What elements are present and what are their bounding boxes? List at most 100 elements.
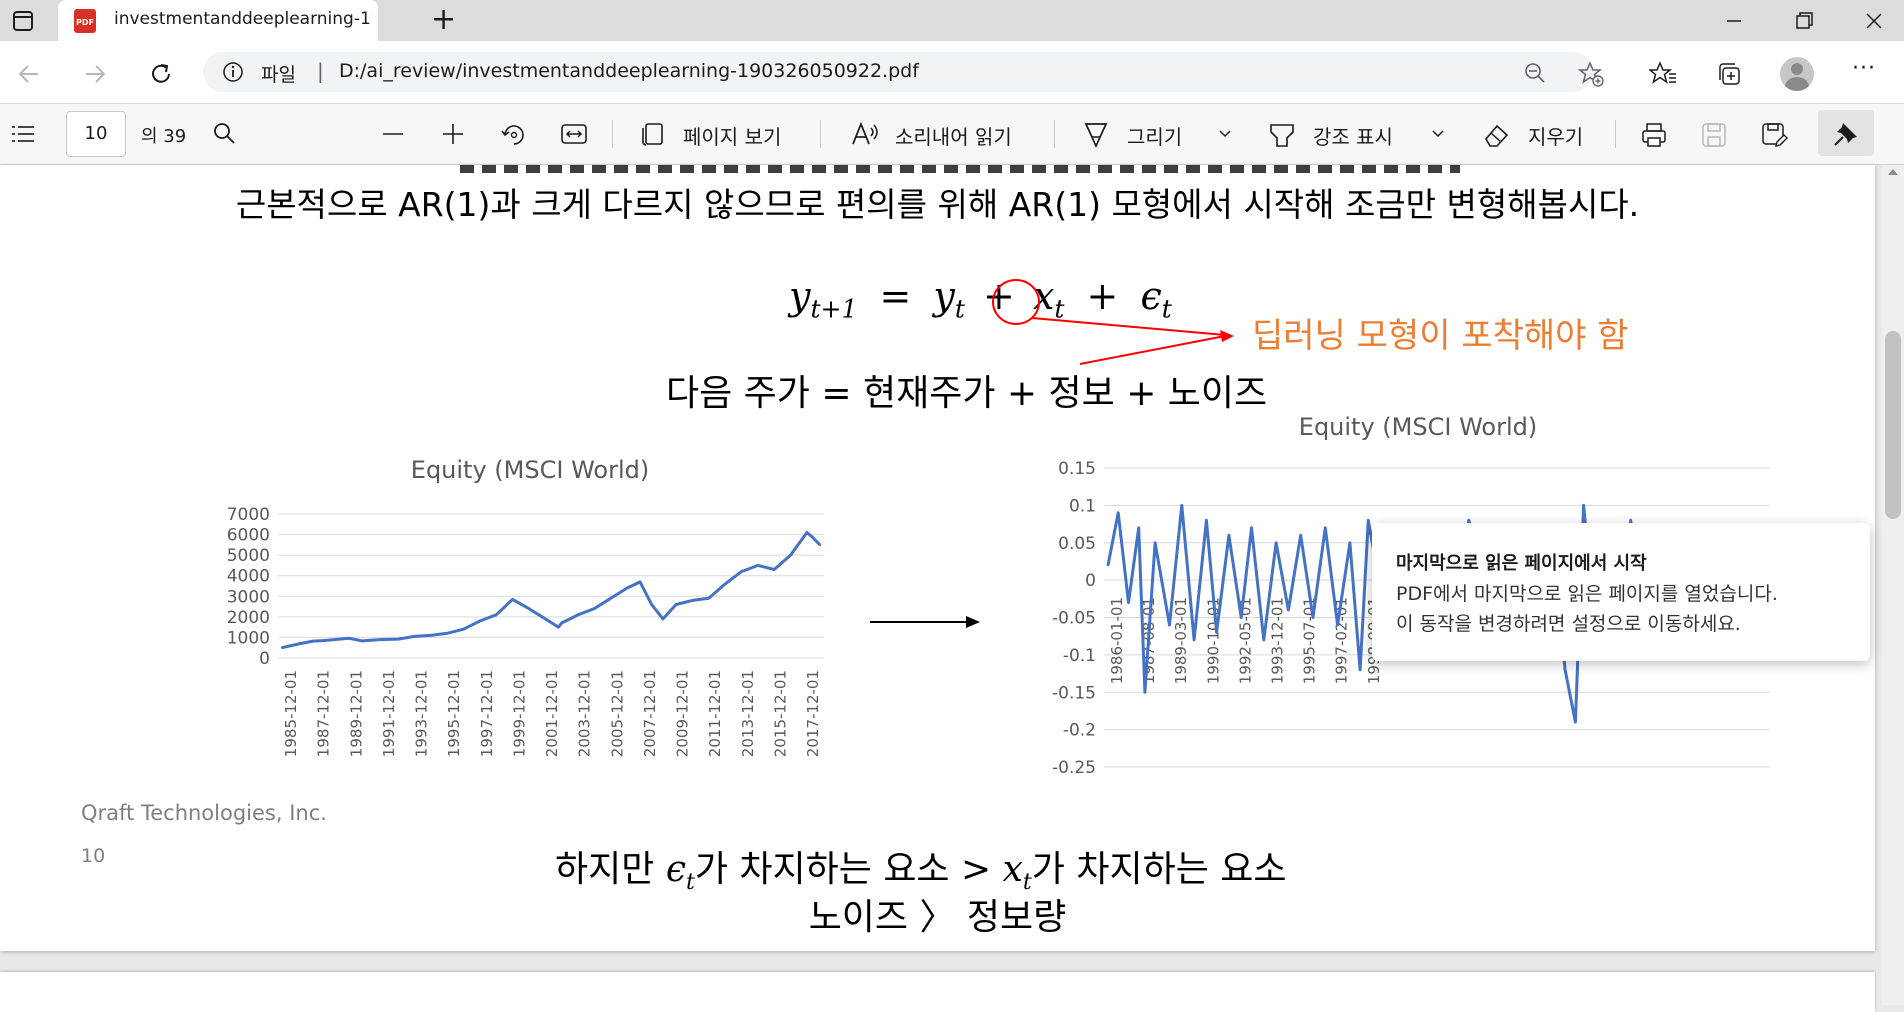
tooltip-line2: 이 동작을 변경하려면 설정으로 이동하세요.: [1396, 613, 1741, 635]
data-point: [625, 586, 629, 590]
page-view-icon[interactable]: [640, 121, 666, 147]
draw-button[interactable]: 그리기: [1127, 121, 1182, 150]
minimize-icon[interactable]: [1723, 10, 1745, 32]
zoom-in-pdf-icon[interactable]: [440, 121, 466, 147]
restore-icon[interactable]: [1793, 10, 1815, 32]
close-window-icon[interactable]: [1863, 10, 1885, 32]
rotate-icon[interactable]: [500, 121, 528, 149]
data-point: [1311, 616, 1315, 619]
data-point: [1358, 668, 1362, 672]
x-tick-label: 1995-07-01: [1301, 597, 1319, 684]
y-tick-label: -0.1: [1063, 646, 1096, 666]
zoom-out-icon[interactable]: [1523, 61, 1547, 85]
data-point: [1153, 541, 1157, 544]
data-point: [1574, 720, 1577, 724]
toolbar-divider: [1054, 120, 1055, 148]
data-point: [511, 598, 514, 601]
address-scheme-label: 파일: [261, 64, 296, 86]
chart-title: Equity (MSCI World): [411, 456, 649, 484]
data-point: [544, 617, 547, 621]
tab-actions-icon[interactable]: [12, 10, 34, 32]
back-icon[interactable]: [16, 61, 42, 87]
print-icon[interactable]: [1640, 121, 1668, 149]
add-favorite-icon[interactable]: [1577, 60, 1605, 88]
annotation-label: 딥러닝 모형이 포착해야 함: [1252, 316, 1629, 356]
data-point: [1192, 638, 1196, 642]
equity-price-chart: Equity (MSCI World)700060005000400030002…: [227, 456, 824, 757]
data-point: [1582, 504, 1585, 507]
data-point: [429, 634, 433, 637]
y-tick-label: 0: [1085, 571, 1096, 591]
zoom-out-pdf-icon[interactable]: [380, 121, 406, 147]
fit-to-width-icon[interactable]: [560, 121, 588, 147]
data-point: [478, 619, 482, 623]
tooltip-line1: PDF에서 마지막으로 읽은 페이지를 열었습니다.: [1396, 583, 1778, 605]
y-tick-label: 4000: [227, 567, 270, 587]
conclusion-prefix: 하지만: [555, 849, 666, 890]
vertical-scrollbar[interactable]: [1882, 165, 1904, 1005]
pdf-next-page: [0, 972, 1875, 1012]
refresh-icon[interactable]: [148, 61, 174, 87]
data-point: [1168, 623, 1171, 627]
data-point: [360, 639, 364, 643]
x-tick-label: 2017-12-01: [804, 670, 822, 757]
page-number-input[interactable]: 10: [66, 111, 126, 157]
data-point: [805, 531, 809, 534]
data-point: [1117, 511, 1120, 515]
info-icon[interactable]: [222, 61, 244, 83]
draw-options-chevron-down-icon[interactable]: [1217, 126, 1233, 142]
y-tick-label: 3000: [227, 587, 270, 607]
collections-icon[interactable]: [1715, 60, 1743, 88]
eraser-icon[interactable]: [1482, 121, 1510, 149]
data-point: [1127, 601, 1130, 604]
data-point: [347, 637, 351, 640]
save-as-icon[interactable]: [1760, 121, 1788, 149]
profile-avatar[interactable]: [1780, 57, 1814, 91]
scroll-up-icon[interactable]: [1887, 167, 1899, 177]
read-aloud-button[interactable]: 소리내어 읽기: [895, 121, 1012, 150]
y-tick-label: 0: [259, 649, 270, 669]
y-tick-label: -0.05: [1052, 609, 1096, 629]
y-tick-label: 2000: [227, 608, 270, 628]
last-read-page-tooltip[interactable]: 마지막으로 읽은 페이지에서 시작 PDF에서 마지막으로 읽은 페이지를 열었…: [1372, 523, 1870, 661]
data-point: [576, 613, 580, 616]
favorites-icon[interactable]: [1649, 60, 1677, 88]
new-tab-button[interactable]: +: [431, 2, 456, 37]
scrollbar-thumb[interactable]: [1885, 331, 1901, 519]
draw-icon[interactable]: [1082, 121, 1110, 149]
data-point: [396, 637, 400, 641]
toolbar-divider: [612, 120, 613, 148]
slide-number: 10: [81, 845, 106, 867]
table-of-contents-icon[interactable]: [10, 122, 36, 146]
highlight-button[interactable]: 강조 표시: [1313, 121, 1393, 150]
settings-more-button[interactable]: ···: [1852, 56, 1876, 81]
x-tick-label: 1995-12-01: [445, 670, 463, 757]
tooltip-title: 마지막으로 읽은 페이지에서 시작: [1396, 553, 1647, 574]
data-point: [462, 628, 465, 631]
search-icon[interactable]: [212, 121, 238, 147]
eq-subscript-t1: t+1: [810, 294, 858, 324]
data-point: [527, 607, 531, 610]
data-point: [495, 613, 498, 616]
highlight-options-chevron-down-icon[interactable]: [1430, 126, 1446, 142]
data-point: [280, 646, 284, 649]
page-view-button[interactable]: 페이지 보기: [683, 121, 781, 150]
x-tick-label: 1985-12-01: [282, 670, 300, 757]
url-text[interactable]: D:/ai_review/investmentanddeeplearning-1…: [339, 60, 919, 82]
forward-icon[interactable]: [82, 61, 108, 87]
data-point: [1336, 623, 1339, 627]
x-tick-label: 1989-03-01: [1172, 597, 1190, 684]
save-icon[interactable]: [1700, 121, 1728, 149]
data-point: [740, 570, 743, 573]
x-tick-label: 2007-12-01: [641, 670, 659, 757]
data-point: [1106, 563, 1110, 567]
erase-button[interactable]: 지우기: [1528, 121, 1583, 150]
highlight-icon[interactable]: [1268, 121, 1296, 149]
read-aloud-icon[interactable]: [850, 120, 880, 148]
data-point: [1467, 519, 1470, 522]
data-point: [650, 603, 653, 606]
data-point: [638, 580, 642, 584]
data-point: [789, 553, 792, 557]
x-tick-label: 1997-12-01: [478, 670, 496, 757]
x-tick-label: 2005-12-01: [608, 670, 626, 757]
